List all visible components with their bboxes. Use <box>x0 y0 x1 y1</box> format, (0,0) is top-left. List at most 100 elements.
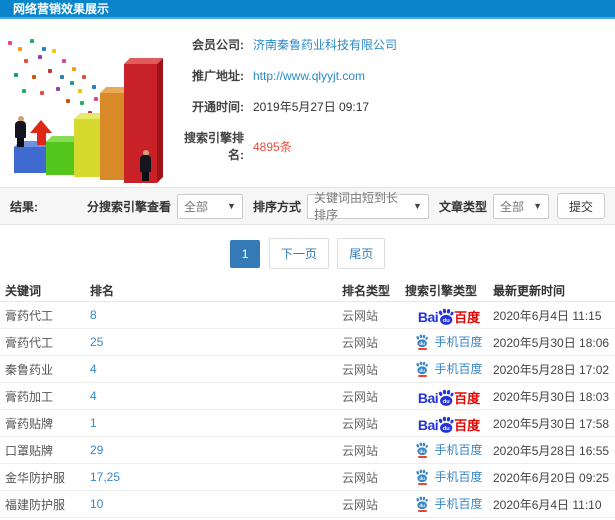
article-type-selected: 全部 <box>499 199 524 214</box>
cell-updated: 2020年5月28日 17:02 <box>493 362 610 377</box>
baidu-mobile-text: 手机百度 <box>434 443 483 457</box>
svg-text:du: du <box>420 449 426 454</box>
baidu-cn-text: 百度 <box>454 418 481 433</box>
sort-select[interactable]: 关键词由短到长排序 ▼ <box>306 191 429 222</box>
baidu-mobile-logo: du 手机百度 <box>415 361 483 377</box>
header-engine-type: 搜索引擎类型 <box>405 283 478 298</box>
baidu-pc-logo: Bai du 百度 <box>417 306 481 325</box>
company-value[interactable]: 济南秦鲁药业科技有限公司 <box>253 36 397 53</box>
page: 网络营销效果展示 会员公司: 济南秦鲁药业科技有限公司 推广地址: http:/… <box>0 0 615 520</box>
baidu-mobile-text: 手机百度 <box>434 335 483 349</box>
baidu-mobile-icon: du <box>415 469 429 485</box>
cell-updated: 2020年5月30日 18:03 <box>493 389 610 404</box>
table-row: 膏药代工 25 云网站 du 手机百度 2020年5月30日 18:06 <box>0 329 615 356</box>
baidu-mobile-text: 手机百度 <box>434 497 483 511</box>
cell-engine: Bai du 百度 <box>405 387 493 406</box>
info-row-company: 会员公司: 济南秦鲁药业科技有限公司 <box>176 36 615 53</box>
result-label: 结果: <box>10 199 38 214</box>
cell-rank-type: 云网站 <box>342 362 379 377</box>
cell-engine: du 手机百度 <box>405 469 493 485</box>
rank-count-label: 搜索引擎排名: <box>183 131 244 162</box>
baidu-mobile-logo: du 手机百度 <box>415 469 483 485</box>
cell-keyword: 口罩贴牌 <box>5 443 54 458</box>
baidu-paw-icon: du <box>416 334 429 348</box>
baidu-bai-text: Bai <box>417 390 439 406</box>
cell-engine: Bai du 百度 <box>405 306 493 325</box>
table-header-row: 关键词 排名 排名类型 搜索引擎类型 最新更新时间 <box>0 279 615 302</box>
businessman-figure-left <box>15 116 26 147</box>
engine-view-selected: 全部 <box>183 199 208 214</box>
filter-bar: 结果: 分搜索引擎查看 全部 ▼ 排序方式 关键词由短到长排序 ▼ 文章类型 全… <box>0 187 615 225</box>
chevron-down-icon: ▼ <box>533 201 542 211</box>
baidu-paw-icon: du <box>416 361 429 375</box>
header-keyword: 关键词 <box>5 283 42 298</box>
next-page-button[interactable]: 下一页 <box>268 238 329 269</box>
baidu-cn-text: 百度 <box>454 391 481 406</box>
baidu-mobile-underline <box>417 483 427 485</box>
cell-rank-link[interactable]: 4 <box>90 362 342 376</box>
cell-rank-link[interactable]: 4 <box>90 389 342 403</box>
cell-rank-type: 云网站 <box>342 389 379 404</box>
company-label: 会员公司: <box>192 38 244 52</box>
info-row-url: 推广地址: http://www.qlyyjt.com <box>176 67 615 84</box>
cell-engine: Bai du 百度 <box>405 414 493 433</box>
baidu-mobile-logo: du 手机百度 <box>415 442 483 458</box>
marketing-chart-illustration <box>0 27 176 183</box>
page-title: 网络营销效果展示 <box>13 2 110 16</box>
svg-text:du: du <box>420 368 426 373</box>
last-page-button[interactable]: 尾页 <box>337 238 386 269</box>
cell-updated: 2020年5月28日 16:55 <box>493 443 610 458</box>
bar-blue <box>14 147 48 173</box>
up-arrow-icon <box>30 120 52 145</box>
table-row: 金华防护服 17,25 云网站 du 手机百度 2020年6月20日 09:25 <box>0 464 615 491</box>
baidu-mobile-underline <box>417 456 427 458</box>
cell-keyword: 膏药贴牌 <box>5 416 54 431</box>
table-body: 膏药代工 8 云网站 Bai du 百度 2020年6月4日 11:15 膏药代工 … <box>0 302 615 520</box>
submit-button[interactable]: 提交 <box>556 193 605 219</box>
header-updated: 最新更新时间 <box>493 283 566 298</box>
baidu-cn-text: 百度 <box>454 310 481 325</box>
page-1-button[interactable]: 1 <box>229 240 261 268</box>
cell-rank-link[interactable]: 1 <box>90 416 342 430</box>
baidu-bai-text: Bai <box>417 309 439 325</box>
table-row: 膏药贴牌 1 云网站 Bai du 百度 2020年5月30日 17:58 <box>0 410 615 437</box>
cell-rank-link[interactable]: 25 <box>90 335 342 349</box>
cell-keyword: 膏药加工 <box>5 389 54 404</box>
cell-keyword: 秦鲁药业 <box>5 362 54 377</box>
member-info-fields: 会员公司: 济南秦鲁药业科技有限公司 推广地址: http://www.qlyy… <box>176 27 615 183</box>
cell-rank-type: 云网站 <box>342 443 379 458</box>
cell-rank-link[interactable]: 8 <box>90 308 342 322</box>
svg-text:du: du <box>443 318 451 324</box>
engine-view-select[interactable]: 全部 ▼ <box>176 193 243 219</box>
open-time-label: 开通时间: <box>192 100 244 114</box>
cell-engine: du 手机百度 <box>405 442 493 458</box>
cell-rank-link[interactable]: 10 <box>90 497 342 511</box>
article-type-select[interactable]: 全部 ▼ <box>492 193 549 219</box>
baidu-paw-icon: du <box>416 469 429 483</box>
cell-rank-link[interactable]: 29 <box>90 443 342 457</box>
baidu-mobile-text: 手机百度 <box>434 470 483 484</box>
table-row: 福建防护服 10 云网站 du 手机百度 2020年6月4日 11:10 <box>0 491 615 518</box>
confetti-decoration <box>8 41 12 45</box>
cell-rank-link[interactable]: 17,25 <box>90 470 342 484</box>
info-row-open-time: 开通时间: 2019年5月27日 09:17 <box>176 98 615 115</box>
cell-updated: 2020年6月4日 11:10 <box>493 497 602 512</box>
baidu-paw-icon: du <box>439 308 454 325</box>
svg-text:du: du <box>420 503 426 508</box>
titlebar: 网络营销效果展示 <box>0 0 615 19</box>
cell-updated: 2020年6月4日 11:15 <box>493 308 602 323</box>
baidu-mobile-underline <box>417 510 427 512</box>
cell-updated: 2020年6月20日 09:25 <box>493 470 610 485</box>
bar-green <box>46 142 77 175</box>
baidu-mobile-underline <box>417 375 427 377</box>
table-row: 膏药代工 8 云网站 Bai du 百度 2020年6月4日 11:15 <box>0 302 615 329</box>
baidu-paw-icon: du <box>439 389 454 406</box>
promo-url-value[interactable]: http://www.qlyyjt.com <box>253 69 365 83</box>
info-row-rank-count: 搜索引擎排名: 4895条 <box>176 129 615 163</box>
cell-updated: 2020年5月30日 17:58 <box>493 416 610 431</box>
cell-rank-type: 云网站 <box>342 335 379 350</box>
baidu-mobile-underline <box>417 348 427 350</box>
chevron-down-icon: ▼ <box>227 201 236 211</box>
svg-text:du: du <box>420 341 426 346</box>
svg-text:du: du <box>420 476 426 481</box>
